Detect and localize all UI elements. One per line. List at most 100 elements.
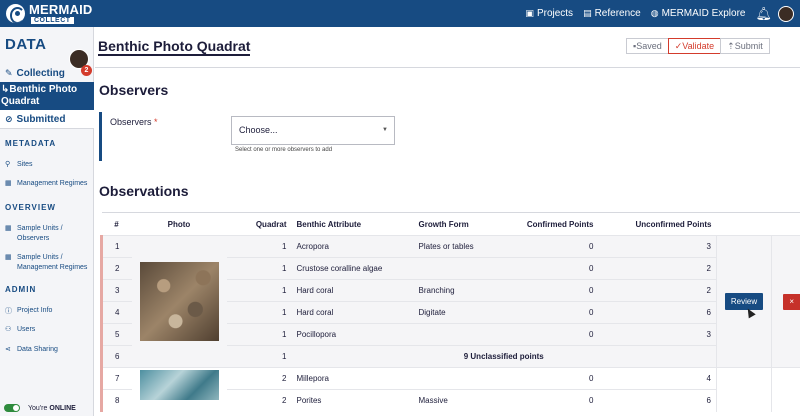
row-confirmed: 0 <box>495 279 599 302</box>
mermaid-logo[interactable]: MERMAID COLLECT <box>6 3 93 24</box>
sidebar-item-project-info-label: Project Info <box>17 307 53 314</box>
observers-section-title: Observers <box>99 82 169 98</box>
user-avatar[interactable] <box>778 5 794 22</box>
header-quadrat: Quadrat <box>226 212 292 236</box>
row-attribute: Millepora <box>291 367 414 390</box>
row-growth-form <box>413 323 496 346</box>
top-navbar: MERMAID COLLECT ▣ Projects ▤ Reference ◍… <box>0 0 800 27</box>
sidebar-item-management-regimes[interactable]: ▦ Management Regimes <box>5 179 87 189</box>
online-prefix: You're <box>28 404 48 412</box>
sidebar-section-admin: ADMIN <box>5 285 37 294</box>
submit-label: Submit <box>734 41 763 51</box>
sidebar-item-submitted-label: Submitted <box>16 113 66 125</box>
row-confirmed: 0 <box>495 301 599 324</box>
su-observers-line2: Observers <box>17 235 50 242</box>
header-review <box>716 212 772 236</box>
sidebar-item-management-regimes-label: Management Regimes <box>17 180 88 187</box>
su-observers-line1: Sample Units / <box>17 225 63 232</box>
table-row[interactable]: 1 1 Acropora Plates or tables 0 3 Review… <box>100 235 800 368</box>
table-row[interactable]: 7 2 Millepora 0 4 <box>100 367 800 412</box>
row-confirmed: 0 <box>495 323 599 346</box>
quadrat-photo-1[interactable] <box>139 262 219 341</box>
row-growth-form: Digitate <box>413 301 496 324</box>
sidebar-item-submitted[interactable]: ⊘ Submitted <box>0 110 94 128</box>
header-confirmed-points: Confirmed Points <box>495 212 599 236</box>
sidebar-item-su-management-regimes[interactable]: ▦ Sample Units / Management Regimes <box>5 253 87 273</box>
row-growth-form: Massive <box>413 389 496 412</box>
validate-label: Validate <box>682 41 715 51</box>
top-nav: ▣ Projects ▤ Reference ◍ MERMAID Explore… <box>525 0 800 27</box>
regimes-icon: ▦ <box>5 180 12 187</box>
sidebar-item-collecting[interactable]: ✎ Collecting <box>0 64 94 82</box>
chevron-down-icon: ▼ <box>382 127 388 133</box>
row-growth-form <box>413 257 496 280</box>
sidebar: DATA 2 ✎ Collecting ↳Benthic Photo Quadr… <box>0 27 94 416</box>
row-unconfirmed: 2 <box>598 279 717 302</box>
notification-bell-icon[interactable]: 🔔︎ <box>755 6 772 22</box>
sample-units-icon: ▦ <box>5 225 12 232</box>
online-toggle[interactable] <box>4 404 20 412</box>
review-button[interactable]: Review <box>724 293 764 310</box>
observers-select[interactable]: Choose... ▼ <box>231 116 395 145</box>
nav-explore-label: MERMAID Explore <box>661 8 746 19</box>
sidebar-item-data-sharing[interactable]: ⋖ Data Sharing <box>5 345 58 355</box>
sidebar-item-sites-label: Sites <box>17 161 33 168</box>
submit-button[interactable]: ⇡Submit <box>720 38 770 54</box>
share-icon: ⋖ <box>5 346 11 353</box>
row-attribute: Porites <box>291 389 414 412</box>
saved-button[interactable]: ▪︎Saved <box>626 38 669 54</box>
row-confirmed: 0 <box>495 257 599 280</box>
nav-projects-label: Projects <box>536 8 574 19</box>
online-status: You're ONLINE <box>4 404 76 412</box>
saved-label: Saved <box>636 41 662 51</box>
observers-label-text: Observers <box>110 117 152 127</box>
header-photo: Photo <box>131 212 227 236</box>
check-circle-icon: ⊘ <box>5 113 13 124</box>
row-index: 6 <box>100 345 132 368</box>
row-unconfirmed: 2 <box>598 257 717 280</box>
sidebar-item-sites[interactable]: ⚲ Sites <box>5 160 33 170</box>
table-header-row: # Photo Quadrat Benthic Attribute Growth… <box>101 212 800 236</box>
nav-reference-label: Reference <box>594 8 641 19</box>
row-quadrat: 2 <box>226 389 292 412</box>
sidebar-section-metadata: METADATA <box>5 139 57 148</box>
row-index: 5 <box>100 323 132 346</box>
nav-projects[interactable]: ▣ Projects <box>525 8 573 19</box>
row-quadrat: 1 <box>226 301 292 324</box>
observations-section-title: Observations <box>99 183 189 199</box>
upload-icon: ⇡ <box>727 41 735 51</box>
edit-icon: ✎ <box>5 67 13 78</box>
review-cell <box>716 367 772 412</box>
sidebar-item-users[interactable]: ⚇ Users <box>5 325 35 335</box>
logo-title: MERMAID <box>29 2 93 17</box>
su-mr-line1: Sample Units / <box>17 254 63 261</box>
row-unconfirmed: 4 <box>598 367 717 390</box>
sidebar-item-benthic-photo-quadrat[interactable]: ↳Benthic Photo Quadrat <box>0 82 94 110</box>
logo-subtitle: COLLECT <box>31 17 74 24</box>
header-divider <box>95 67 800 68</box>
review-cell: Review <box>716 235 772 368</box>
header-index: # <box>101 212 132 236</box>
row-quadrat: 1 <box>226 345 292 368</box>
observations-table: # Photo Quadrat Benthic Attribute Growth… <box>100 212 800 412</box>
row-quadrat: 1 <box>226 257 292 280</box>
header-growth-form: Growth Form <box>413 212 496 236</box>
sidebar-item-su-observers[interactable]: ▦ Sample Units / Observers <box>5 224 63 244</box>
row-confirmed: 0 <box>495 367 599 390</box>
users-icon: ⚇ <box>5 326 12 333</box>
sidebar-item-project-info[interactable]: ⓘ Project Info <box>5 306 52 316</box>
quadrat-photo-cell <box>131 367 227 412</box>
row-unconfirmed: 6 <box>598 389 717 412</box>
delete-button[interactable]: × <box>782 293 800 310</box>
page-title: Benthic Photo Quadrat <box>98 38 251 56</box>
quadrat-photo-2[interactable] <box>139 370 219 400</box>
nav-mermaid-explore[interactable]: ◍ MERMAID Explore <box>651 8 746 19</box>
row-index: 4 <box>100 301 132 324</box>
workflow-steps: ▪︎Saved ✓Validate ⇡Submit <box>626 38 770 54</box>
nav-reference[interactable]: ▤ Reference <box>583 8 641 19</box>
sidebar-item-collecting-label: Collecting <box>16 67 65 79</box>
observers-select-value: Choose... <box>239 125 278 135</box>
validate-button[interactable]: ✓Validate <box>667 38 722 54</box>
quadrat-photo-cell <box>131 235 227 368</box>
sample-units-mr-icon: ▦ <box>5 254 12 261</box>
